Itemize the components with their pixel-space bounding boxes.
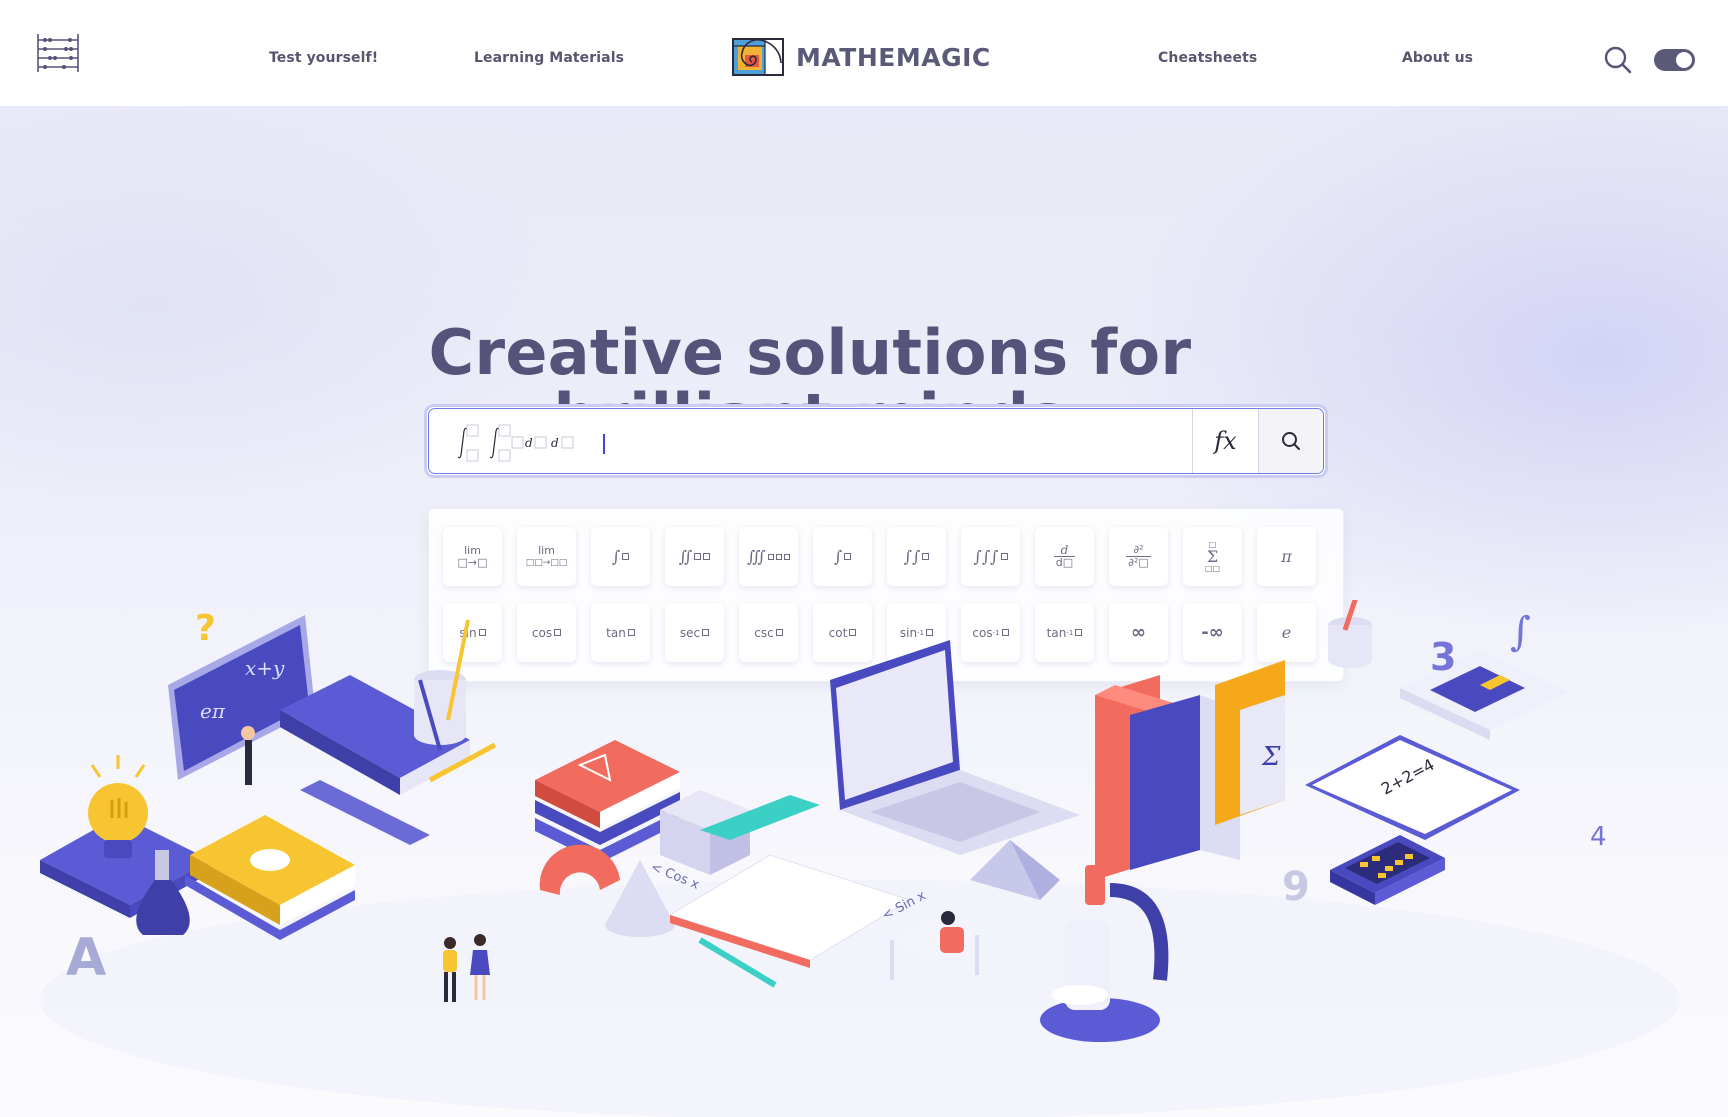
definite-triple-integral-label: ∫∫∫ xyxy=(973,547,999,566)
letter-a: A xyxy=(66,928,106,988)
number-3: 3 xyxy=(1430,635,1456,679)
sigma-symbol: Σ xyxy=(1261,742,1281,772)
integral-sign: ∫ xyxy=(1510,609,1531,655)
limit-multi-label: lim xyxy=(538,543,555,557)
integral-template-preview: d d xyxy=(457,424,574,462)
pi-button[interactable]: π xyxy=(1257,527,1316,586)
abacus-tray xyxy=(1330,835,1445,905)
red-books-stack xyxy=(535,740,680,863)
question-mark-icon: ? xyxy=(195,608,216,649)
board-formula-1: eπ xyxy=(200,699,226,723)
svg-text:d: d xyxy=(525,436,533,450)
text-caret xyxy=(603,434,605,454)
math-search-box: d d fx xyxy=(424,404,1328,478)
palette-row-1: lim □→□ lim □□→□□ ∫ ∬ ∭ ∫ ∫∫ ∫∫∫ d d□ ∂² ∂²□ xyxy=(443,527,1331,586)
sum-label: Σ xyxy=(1206,546,1219,566)
pencil-cup-right xyxy=(1328,600,1372,668)
nav-cheatsheets[interactable]: Cheatsheets xyxy=(1158,50,1257,66)
grid-notebook: 2+2=4 xyxy=(1305,735,1520,840)
golden-spiral-icon xyxy=(732,38,784,76)
integral-label: ∫ xyxy=(611,547,621,566)
number-9: 9 xyxy=(1282,864,1310,910)
pencil-cup xyxy=(414,619,470,751)
partial-derivative-label: ∂² xyxy=(1133,543,1144,556)
derivative-button[interactable]: d d□ xyxy=(1035,527,1094,586)
binders: Σ xyxy=(1095,660,1285,880)
limit-label: lim xyxy=(464,543,481,557)
blackboard: eπ x+y ? xyxy=(168,608,315,785)
integral-button[interactable]: ∫ xyxy=(591,527,650,586)
fx-button[interactable]: fx xyxy=(1192,409,1258,473)
lightbulb-icon xyxy=(40,755,210,918)
search-icon[interactable] xyxy=(1603,45,1633,75)
double-integral-label: ∬ xyxy=(678,547,693,566)
nav-learning-materials[interactable]: Learning Materials xyxy=(474,50,624,66)
laptop xyxy=(830,640,1080,855)
triple-integral-label: ∭ xyxy=(747,547,766,566)
brand-name: MATHEMAGIC xyxy=(796,42,991,72)
triple-integral-button[interactable]: ∭ xyxy=(739,527,798,586)
definite-double-integral-button[interactable]: ∫∫ xyxy=(887,527,946,586)
top-nav: Test yourself! Learning Materials MATHEM… xyxy=(0,0,1728,106)
calculator-icon xyxy=(1400,650,1570,740)
board-formula-2: x+y xyxy=(245,656,285,680)
definite-integral-label: ∫ xyxy=(833,547,843,566)
definite-integral-button[interactable]: ∫ xyxy=(813,527,872,586)
svg-text:d: d xyxy=(551,436,559,450)
abacus-icon[interactable] xyxy=(36,32,80,74)
partial-derivative-button[interactable]: ∂² ∂²□ xyxy=(1109,527,1168,586)
theme-toggle[interactable] xyxy=(1654,49,1695,71)
number-4: 4 xyxy=(1590,822,1607,852)
definite-triple-integral-button[interactable]: ∫∫∫ xyxy=(961,527,1020,586)
toggle-knob xyxy=(1676,52,1692,68)
headline-line-1: Creative solutions for xyxy=(428,316,1192,389)
search-icon xyxy=(1282,432,1300,450)
math-input-field[interactable]: d d fx xyxy=(428,408,1324,474)
brand-logo[interactable]: MATHEMAGIC xyxy=(732,38,991,76)
search-submit-button[interactable] xyxy=(1258,409,1323,473)
nav-test-yourself[interactable]: Test yourself! xyxy=(269,50,378,66)
limit-button[interactable]: lim □→□ xyxy=(443,527,502,586)
isometric-math-illustration: eπ x+y ? A < Cos x < Sin x Σ 2+2=4 3 9 4… xyxy=(40,600,1680,1117)
pi-label: π xyxy=(1281,547,1292,566)
double-integral-button[interactable]: ∬ xyxy=(665,527,724,586)
sum-button[interactable]: □ Σ □□ xyxy=(1183,527,1242,586)
nav-about-us[interactable]: About us xyxy=(1402,50,1473,66)
definite-double-integral-label: ∫∫ xyxy=(903,547,921,566)
limit-multi-button[interactable]: lim □□→□□ xyxy=(517,527,576,586)
derivative-label: d xyxy=(1060,543,1069,557)
